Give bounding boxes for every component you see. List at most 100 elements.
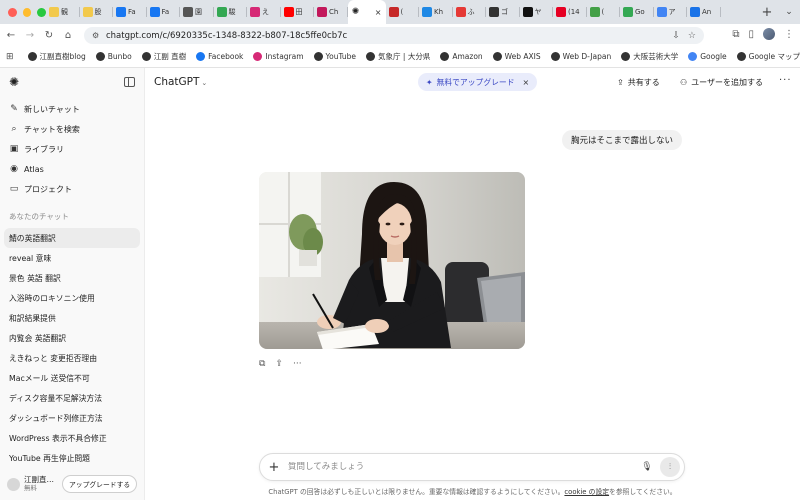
- maximize-window-button[interactable]: [37, 7, 47, 17]
- chatgpt-logo-icon[interactable]: ✺: [9, 76, 21, 88]
- forward-arrow-icon[interactable]: →: [22, 30, 38, 41]
- browser-tab[interactable]: Kh: [419, 0, 453, 24]
- more-options-icon[interactable]: ···: [293, 359, 302, 369]
- main-panel: ChatGPT ⌄ ✦ 無料でアップグレード × ⇪ 共有する ⚇ ユーザーを追加…: [145, 68, 800, 500]
- globe-icon: [313, 52, 323, 61]
- chat-item[interactable]: Macメール 送受信不可: [4, 368, 140, 388]
- disclaimer-suffix: を参照してください。: [609, 488, 677, 496]
- chat-item[interactable]: 和訳結果提供: [4, 308, 140, 328]
- sidebar-item-library[interactable]: ▣ ライブラリ: [4, 139, 140, 159]
- site-info-icon[interactable]: ⚙: [92, 31, 106, 40]
- tab-label: え: [262, 8, 269, 16]
- tab-search-chevron-icon[interactable]: ⌄: [778, 7, 800, 17]
- browser-tab[interactable]: 駿: [214, 0, 248, 24]
- upgrade-button[interactable]: アップグレードする: [62, 475, 138, 493]
- chat-item[interactable]: えきねっと 変更拒否理由: [4, 348, 140, 368]
- browser-tab[interactable]: ゴ: [486, 0, 520, 24]
- side-panel-icon[interactable]: ▯: [748, 29, 754, 40]
- chat-item[interactable]: ダッシュボード列修正方法: [4, 408, 140, 428]
- bookmark-label: 江副 直樹: [153, 52, 187, 61]
- add-attachment-icon[interactable]: +: [260, 460, 288, 475]
- user-message: 胸元はそこまで露出しない: [562, 130, 683, 150]
- sidebar-item-search[interactable]: ⌕ チャットを検索: [4, 119, 140, 139]
- browser-menu-icon[interactable]: ⋮: [784, 29, 794, 40]
- app-icon: [690, 7, 700, 17]
- browser-tab[interactable]: 田: [281, 0, 315, 24]
- share-icon[interactable]: ⇪: [275, 359, 283, 369]
- chat-item[interactable]: 入浴時のロキソニン使用: [4, 288, 140, 308]
- browser-tab[interactable]: An: [687, 0, 721, 24]
- profile-avatar[interactable]: [763, 28, 775, 40]
- prompt-input[interactable]: [288, 462, 640, 472]
- browser-tab[interactable]: Fa: [147, 0, 181, 24]
- reload-icon[interactable]: ↻: [41, 30, 57, 41]
- sidebar-toggle-icon[interactable]: [124, 77, 135, 87]
- add-user-button[interactable]: ⚇ ユーザーを追加する: [680, 77, 763, 88]
- browser-tab[interactable]: (: [386, 0, 420, 24]
- install-app-icon[interactable]: ⇩: [672, 31, 680, 41]
- copy-icon[interactable]: ⧉: [259, 359, 265, 369]
- browser-tab[interactable]: Fa: [113, 0, 147, 24]
- bookmark-item[interactable]: Google: [688, 52, 727, 61]
- home-icon[interactable]: ⌂: [60, 30, 76, 41]
- chat-item[interactable]: 内覧会 英語翻訳: [4, 328, 140, 348]
- browser-tab[interactable]: ア: [654, 0, 688, 24]
- browser-tab[interactable]: Go: [620, 0, 654, 24]
- sidebar-item-atlas[interactable]: ◉ Atlas: [4, 159, 140, 179]
- user-avatar[interactable]: [7, 477, 20, 491]
- bookmark-label: Facebook: [208, 52, 244, 61]
- model-selector[interactable]: ChatGPT ⌄: [154, 76, 207, 88]
- upgrade-promo-pill[interactable]: ✦ 無料でアップグレード ×: [418, 73, 538, 91]
- bookmark-item[interactable]: Amazon: [440, 52, 483, 61]
- chat-item[interactable]: ディスク容量不足解決方法: [4, 388, 140, 408]
- chat-item[interactable]: reveal 意味: [4, 248, 140, 268]
- browser-tab[interactable]: ヤ: [520, 0, 554, 24]
- sidebar-item-folder[interactable]: ▭ プロジェクト: [4, 179, 140, 199]
- browser-tab[interactable]: え: [247, 0, 281, 24]
- cookie-settings-link[interactable]: cookie の設定: [564, 488, 609, 496]
- bookmark-item[interactable]: Facebook: [196, 52, 243, 61]
- close-icon[interactable]: ×: [523, 78, 530, 87]
- more-options-icon[interactable]: ···: [779, 75, 792, 86]
- bookmark-item[interactable]: YouTube: [313, 52, 356, 61]
- url-text[interactable]: chatgpt.com/c/6920335c-1348-8322-b807-18…: [106, 31, 347, 41]
- bookmark-item[interactable]: Web D-Japan: [550, 52, 611, 61]
- browser-tab[interactable]: ふ: [453, 0, 487, 24]
- chat-item[interactable]: YouTube 再生停止問題: [4, 448, 140, 468]
- generated-image[interactable]: [259, 172, 525, 349]
- chat-item-active[interactable]: 鯖の英語翻訳: [4, 228, 140, 248]
- browser-tab[interactable]: (: [587, 0, 621, 24]
- browser-tab[interactable]: 園: [180, 0, 214, 24]
- bookmark-item[interactable]: Google マップ: [736, 51, 800, 62]
- bookmark-item[interactable]: 江副 直樹: [141, 51, 187, 62]
- back-arrow-icon[interactable]: ←: [3, 30, 19, 41]
- address-bar[interactable]: ⚙ chatgpt.com/c/6920335c-1348-8322-b807-…: [84, 27, 704, 44]
- facebook-icon: [149, 7, 160, 17]
- share-button[interactable]: ⇪ 共有する: [617, 77, 660, 88]
- bookmark-item[interactable]: Instagram: [253, 52, 304, 61]
- browser-tab[interactable]: 観: [46, 0, 80, 24]
- chat-item[interactable]: WordPress 表示不具合修正: [4, 428, 140, 448]
- bookmark-item[interactable]: 江副直樹blog: [27, 51, 86, 62]
- browser-tab[interactable]: Ch: [314, 0, 348, 24]
- bookmark-item[interactable]: 気象庁 | 大分県: [366, 51, 430, 62]
- bookmark-label: 大阪芸術大学: [633, 52, 679, 61]
- voice-mode-button[interactable]: ⫶: [660, 457, 680, 477]
- chat-item[interactable]: 景色 英語 翻訳: [4, 268, 140, 288]
- close-tab-icon[interactable]: ×: [375, 8, 382, 17]
- microphone-icon[interactable]: 🎙: [640, 462, 654, 472]
- minimize-window-button[interactable]: [22, 7, 32, 17]
- bookmark-item[interactable]: Bunbo: [95, 52, 132, 61]
- bookmark-star-icon[interactable]: ☆: [688, 31, 696, 41]
- browser-tab[interactable]: (14: [553, 0, 587, 24]
- sidebar-item-new-chat[interactable]: ✎ 新しいチャット: [4, 99, 140, 119]
- user-account[interactable]: 江副直… 無料 アップグレードする: [0, 468, 144, 500]
- tab-active[interactable]: ✺ ×: [347, 0, 386, 24]
- bookmark-item[interactable]: 大阪芸術大学: [621, 51, 678, 62]
- new-tab-button[interactable]: +: [756, 5, 778, 20]
- browser-tab[interactable]: 股: [80, 0, 114, 24]
- bookmark-item[interactable]: Web AXIS: [492, 52, 541, 61]
- close-window-button[interactable]: [8, 7, 17, 17]
- apps-grid-icon[interactable]: ⊞: [6, 52, 18, 62]
- extensions-icon[interactable]: ⧉: [732, 29, 739, 40]
